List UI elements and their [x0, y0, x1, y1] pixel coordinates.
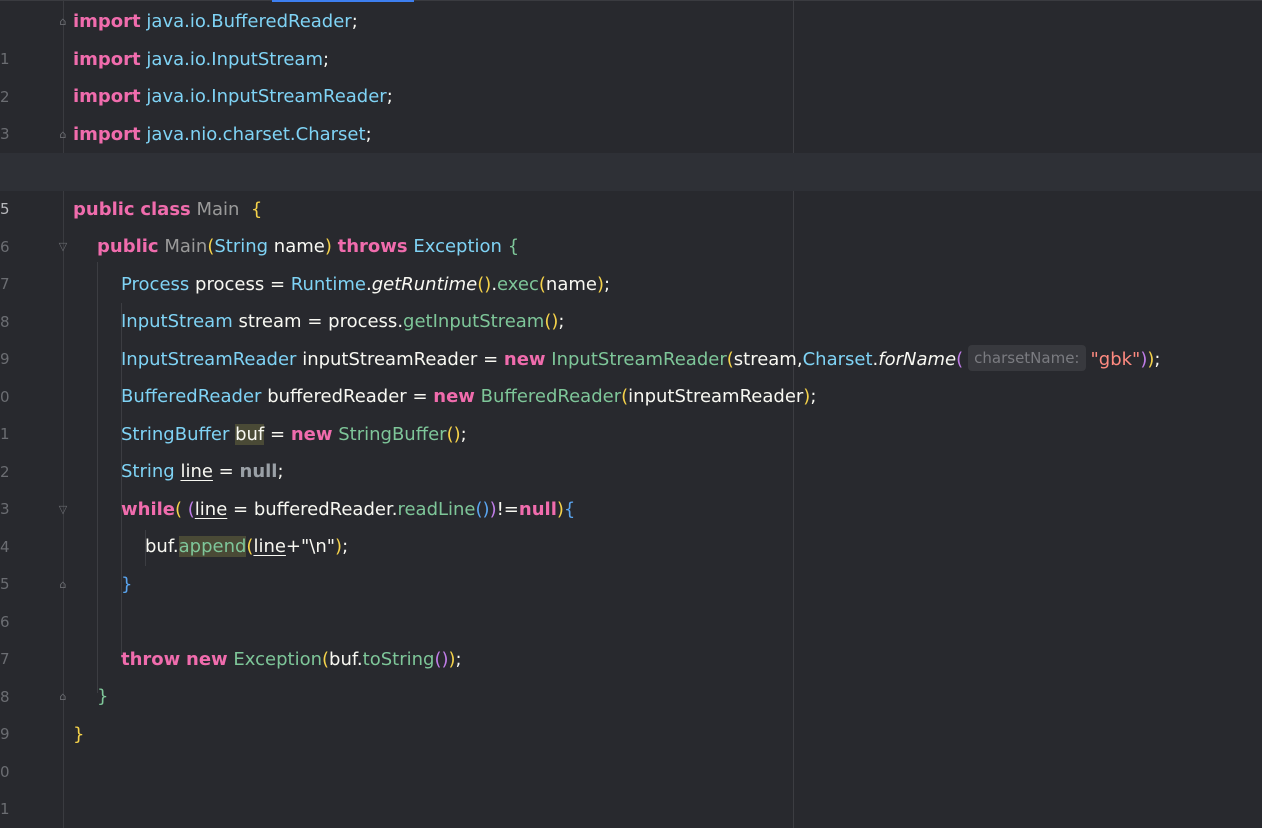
code-line-current[interactable]: 5: [0, 153, 1262, 218]
code-line[interactable]: 1 BufferedReader bufferedReader = new Bu…: [0, 378, 1262, 443]
code-text: StringBuffer buf = new StringBuffer();: [121, 424, 467, 445]
code-line[interactable]: 2 StringBuffer buf = new StringBuffer();: [0, 416, 1262, 481]
code-text: import java.io.InputStream;: [73, 49, 330, 70]
fold-open-icon[interactable]: ▽: [57, 241, 69, 253]
code-line[interactable]: 7 ▽ public Main(String name) throws Exce…: [0, 228, 1262, 293]
code-line[interactable]: 0 InputStreamReader inputStreamReader = …: [0, 341, 1262, 406]
highlighted-usage: buf: [235, 424, 265, 445]
fold-close-icon[interactable]: ⌂: [57, 579, 69, 591]
code-line[interactable]: 9 InputStream stream = process.getInputS…: [0, 303, 1262, 368]
code-line[interactable]: 6 ⌂ }: [0, 566, 1262, 631]
code-line[interactable]: 4 ▽ while( (line = bufferedReader.readLi…: [0, 491, 1262, 556]
highlighted-usage: append: [178, 536, 247, 557]
code-editor[interactable]: 1 ⌂ import java.io.BufferedReader; 2 imp…: [0, 0, 1262, 828]
code-line[interactable]: 6 public class Main {: [0, 191, 1262, 256]
code-text: }: [121, 574, 133, 595]
code-line[interactable]: 1: [0, 753, 1262, 818]
code-line[interactable]: 4 ⌂ import java.nio.charset.Charset;: [0, 116, 1262, 181]
code-line[interactable]: 1 ⌂ import java.io.BufferedReader;: [0, 3, 1262, 68]
code-line[interactable]: 0 }: [0, 716, 1262, 781]
code-text: while( (line = bufferedReader.readLine()…: [121, 499, 576, 520]
code-text: }: [97, 686, 109, 707]
code-text: import java.io.BufferedReader;: [73, 11, 358, 32]
code-text: import java.io.InputStreamReader;: [73, 86, 393, 107]
code-line[interactable]: 8 Process process = Runtime.getRuntime()…: [0, 266, 1262, 331]
code-line[interactable]: 2 import java.io.InputStream;: [0, 41, 1262, 106]
code-line[interactable]: 3 import java.io.InputStreamReader;: [0, 78, 1262, 143]
code-text: BufferedReader bufferedReader = new Buff…: [121, 386, 817, 407]
code-text: public class Main {: [73, 199, 263, 220]
code-text: InputStream stream = process.getInputStr…: [121, 311, 565, 332]
code-text: import java.nio.charset.Charset;: [73, 124, 372, 145]
code-text: Process process = Runtime.getRuntime().e…: [121, 274, 611, 295]
code-line[interactable]: 9 ⌂ }: [0, 678, 1262, 743]
code-text: String line = null;: [121, 461, 284, 482]
code-line[interactable]: 3 String line = null;: [0, 453, 1262, 518]
code-text: }: [73, 724, 85, 745]
code-line[interactable]: 5 buf.append(line+"\n");: [0, 528, 1262, 593]
fold-open-icon[interactable]: ▽: [57, 504, 69, 516]
fold-close-icon[interactable]: ⌂: [57, 129, 69, 141]
code-text: buf.append(line+"\n");: [145, 536, 349, 557]
code-text: InputStreamReader inputStreamReader = ne…: [121, 341, 1160, 379]
code-line[interactable]: 7: [0, 603, 1262, 668]
code-text: throw new Exception(buf.toString());: [121, 649, 462, 670]
code-line[interactable]: 8 throw new Exception(buf.toString());: [0, 641, 1262, 706]
active-tab-indicator: [272, 0, 414, 2]
code-text: public Main(String name) throws Exceptio…: [97, 236, 520, 257]
line-number: 1: [0, 799, 10, 818]
fold-close-icon[interactable]: ⌂: [57, 691, 69, 703]
fold-open-icon[interactable]: ⌂: [57, 16, 69, 28]
editor-top-border: [0, 0, 1262, 1]
parameter-hint: charsetName:: [968, 345, 1086, 371]
